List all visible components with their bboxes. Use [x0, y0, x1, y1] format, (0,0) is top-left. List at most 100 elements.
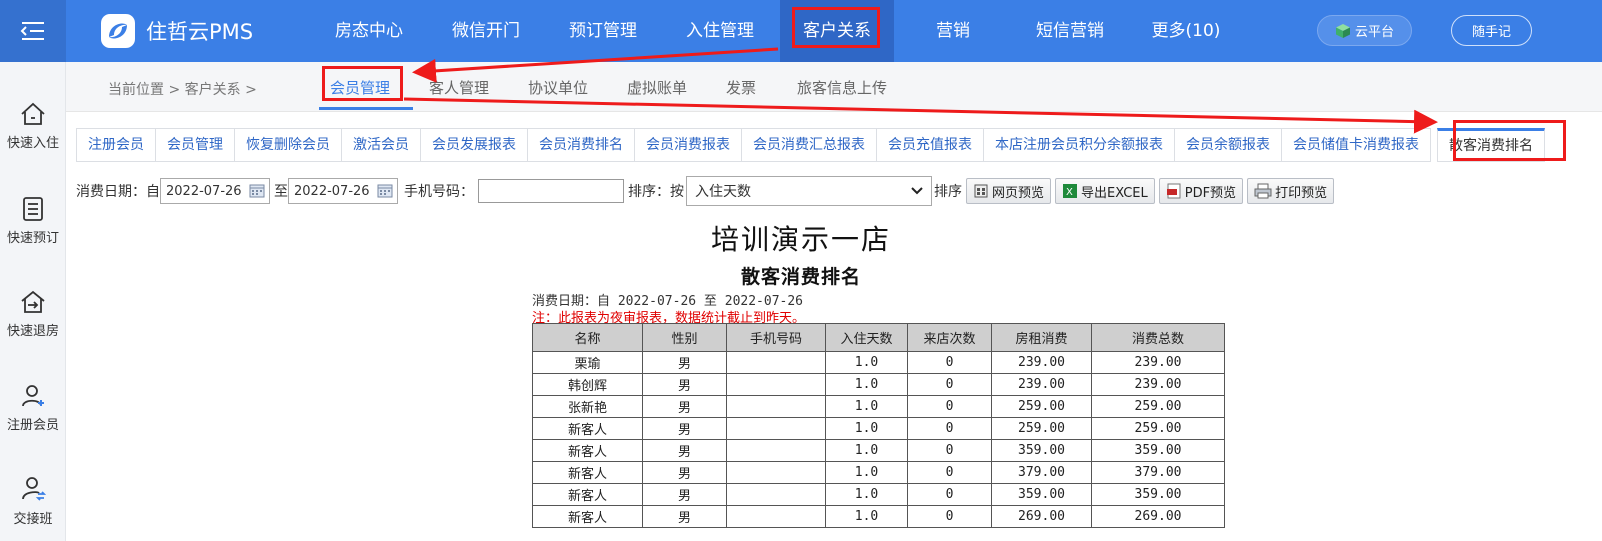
table-cell: 359.00 — [991, 439, 1092, 462]
phone-input[interactable] — [478, 179, 624, 203]
date-from-input[interactable]: 2022-07-26 — [160, 178, 270, 204]
table-cell: 259.00 — [1091, 395, 1225, 418]
table-cell: 239.00 — [991, 351, 1092, 374]
table-cell — [726, 373, 826, 396]
column-header: 入住天数 — [825, 323, 908, 352]
tab-restore-deleted-members[interactable]: 恢复删除会员 — [235, 128, 342, 162]
date-to-input[interactable]: 2022-07-26 — [288, 178, 398, 204]
tab-member-recharge-report[interactable]: 会员充值报表 — [877, 128, 984, 162]
sidebar-item-quick-checkout[interactable]: 快速退房 — [0, 290, 66, 339]
pdf-preview-button[interactable]: PDF预览 — [1158, 178, 1244, 204]
app-logo[interactable]: 住哲云PMS — [100, 12, 253, 50]
logo-text: 住哲云PMS — [146, 20, 254, 44]
print-preview-button[interactable]: 打印预览 — [1247, 178, 1335, 204]
table-cell — [726, 439, 826, 462]
print-preview-icon — [974, 184, 988, 198]
table-cell: 0 — [907, 373, 992, 396]
table-cell: 379.00 — [991, 461, 1092, 484]
table-cell — [726, 351, 826, 374]
sidebar-item-register-member[interactable]: 注册会员 — [0, 384, 66, 433]
quick-notes-button[interactable]: 随手记 — [1451, 15, 1532, 46]
column-header: 来店次数 — [907, 323, 992, 352]
table-cell: 新客人 — [532, 505, 643, 528]
sidebar-label: 快速入住 — [6, 136, 59, 151]
table-cell: 张新艳 — [532, 395, 643, 418]
table-cell: 男 — [642, 439, 727, 462]
export-excel-label: 导出EXCEL — [1081, 185, 1148, 201]
topnav-wechat-open[interactable]: 微信开门 — [443, 0, 529, 62]
table-cell: 男 — [642, 483, 727, 506]
table-cell: 359.00 — [1091, 439, 1225, 462]
table-cell: 1.0 — [825, 351, 908, 374]
table-row: 张新艳男 1.0 0 259.00 259.00 — [532, 395, 1225, 418]
table-cell: 0 — [907, 461, 992, 484]
tab-member-balance-report[interactable]: 会员余额报表 — [1175, 128, 1282, 162]
subtab-guest-management[interactable]: 客人管理 — [429, 77, 489, 98]
topnav-sms-marketing[interactable]: 短信营销 — [1027, 0, 1113, 62]
tab-stored-card-spending-report[interactable]: 会员储值卡消费报表 — [1282, 128, 1431, 162]
table-cell: 1.0 — [825, 461, 908, 484]
table-cell: 1.0 — [825, 505, 908, 528]
topnav-room-status[interactable]: 房态中心 — [326, 0, 412, 62]
table-row: 韩创辉男 1.0 0 239.00 239.00 — [532, 373, 1225, 396]
tab-member-spending-report[interactable]: 会员消费报表 — [635, 128, 742, 162]
logo-icon — [101, 14, 135, 48]
calendar-icon[interactable] — [377, 184, 393, 198]
top-bar: 住哲云PMS 房态中心 微信开门 预订管理 入住管理 客户关系 营销 短信营销 … — [0, 0, 1602, 62]
tab-register-member[interactable]: 注册会员 — [76, 128, 156, 162]
sidebar-item-quick-checkin[interactable]: 快速入住 — [0, 102, 66, 151]
table-cell: 栗瑜 — [532, 351, 643, 374]
subtab-invoices[interactable]: 发票 — [726, 77, 756, 98]
report-table: 名称 性别 手机号码 入住天数 来店次数 房租消费 消费总数 栗瑜男 1.0 0 23… — [532, 323, 1225, 528]
table-cell: 男 — [642, 505, 727, 528]
table-cell: 379.00 — [1091, 461, 1225, 484]
active-subtab-indicator — [319, 107, 413, 110]
tab-points-balance-report[interactable]: 本店注册会员积分余额报表 — [984, 128, 1175, 162]
sort-select[interactable]: 入住天数 — [686, 176, 932, 206]
tab-member-management[interactable]: 会员管理 — [156, 128, 235, 162]
table-cell: 男 — [642, 395, 727, 418]
column-header: 性别 — [642, 323, 727, 352]
table-row: 新客人男 1.0 0 379.00 379.00 — [532, 461, 1225, 484]
table-cell: 0 — [907, 505, 992, 528]
topnav-customer-relations[interactable]: 客户关系 — [780, 0, 894, 62]
web-preview-button[interactable]: 网页预览 — [966, 178, 1052, 204]
sort-label: 排序：按 — [628, 184, 684, 200]
subtab-guest-info-upload[interactable]: 旅客信息上传 — [797, 77, 887, 98]
date-label: 消费日期：自 — [76, 184, 160, 200]
table-cell: 1.0 — [825, 439, 908, 462]
table-cell: 男 — [642, 417, 727, 440]
table-cell: 259.00 — [991, 395, 1092, 418]
topnav-more[interactable]: 更多(10) — [1146, 0, 1226, 62]
table-cell: 259.00 — [1091, 417, 1225, 440]
subtab-agreement-units[interactable]: 协议单位 — [528, 77, 588, 98]
menu-toggle-icon[interactable] — [0, 0, 66, 62]
topnav-checkin[interactable]: 入住管理 — [677, 0, 763, 62]
tab-member-growth-report[interactable]: 会员发展报表 — [421, 128, 528, 162]
tab-activate-members[interactable]: 激活会员 — [342, 128, 421, 162]
tab-member-spending-summary[interactable]: 会员消费汇总报表 — [742, 128, 877, 162]
table-cell — [726, 461, 826, 484]
table-cell: 韩创辉 — [532, 373, 643, 396]
topnav-reservations[interactable]: 预订管理 — [560, 0, 646, 62]
subtab-virtual-bills[interactable]: 虚拟账单 — [627, 77, 687, 98]
table-cell: 269.00 — [991, 505, 1092, 528]
filter-bar: 消费日期：自 2022-07-26 至 2022-07-26 手机号码： 排序：… — [76, 176, 1335, 206]
cube-icon — [1335, 23, 1350, 38]
report-hotel-name: 培训演示一店 — [710, 223, 891, 256]
tab-member-spending-ranking[interactable]: 会员消费排名 — [528, 128, 635, 162]
calendar-icon[interactable] — [249, 184, 265, 198]
topnav-marketing[interactable]: 营销 — [920, 0, 986, 62]
export-excel-button[interactable]: X 导出EXCEL — [1055, 178, 1155, 204]
table-cell: 359.00 — [991, 483, 1092, 506]
table-cell — [726, 505, 826, 528]
date-to-value: 2022-07-26 — [294, 183, 370, 199]
subtab-member-management[interactable]: 会员管理 — [330, 77, 390, 98]
phone-label: 手机号码： — [404, 184, 474, 200]
tab-walkin-spending-ranking[interactable]: 散客消费排名 — [1437, 128, 1545, 162]
table-cell — [726, 417, 826, 440]
cloud-platform-button[interactable]: 云平台 — [1317, 15, 1412, 46]
pdf-icon — [1166, 183, 1181, 199]
sidebar-item-shift-handover[interactable]: 交接班 — [0, 476, 66, 527]
table-cell: 1.0 — [825, 417, 908, 440]
